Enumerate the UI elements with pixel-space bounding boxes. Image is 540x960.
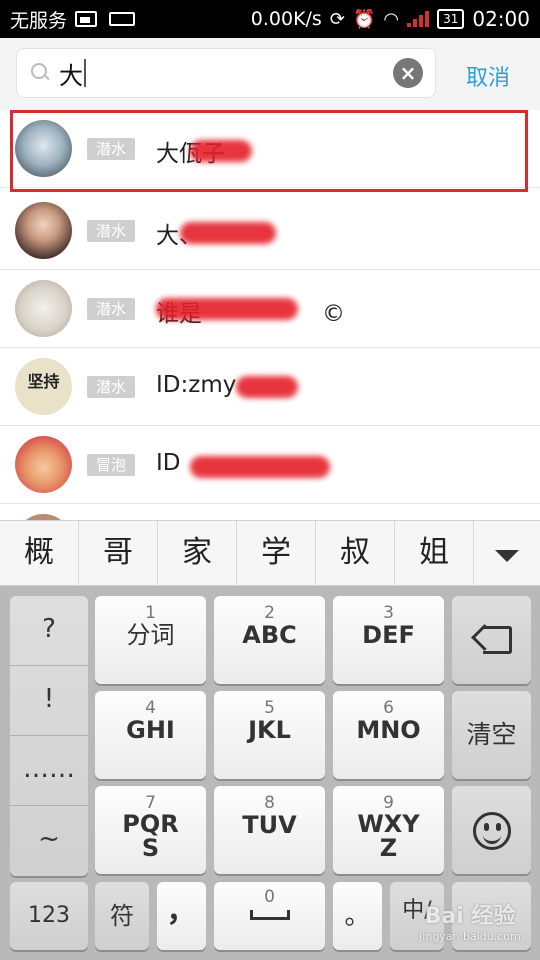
redaction-mark — [190, 456, 330, 478]
sync-icon: ⟳ — [329, 8, 345, 30]
list-item[interactable]: 潜水 大、 — [0, 192, 540, 270]
candidate-item[interactable]: 家 — [158, 521, 237, 585]
chevron-down-icon — [495, 549, 519, 562]
space-icon — [249, 910, 290, 920]
list-item[interactable]: 冒泡 ID — [0, 426, 540, 504]
candidate-item[interactable]: 哥 — [79, 521, 158, 585]
numeric-keyboard-button[interactable]: 123 — [10, 882, 88, 950]
key-4[interactable]: 4 GHI — [95, 691, 206, 779]
space-key[interactable]: 0 — [214, 882, 325, 950]
battery-indicator: 31 — [437, 9, 465, 29]
redaction-mark — [236, 376, 298, 398]
clear-icon[interactable]: × — [393, 58, 423, 88]
search-icon — [31, 63, 51, 83]
symbol-column: ? ! …… ~ — [10, 596, 88, 876]
key-8[interactable]: 8 TUV — [214, 786, 325, 874]
redaction-mark — [156, 298, 298, 320]
clear-all-button[interactable]: 清空 — [452, 691, 531, 779]
status-bar: 无服务 0.00K/s ⟳ ⏰ ◠ 31 02:00 — [0, 0, 540, 38]
highlight-box — [10, 110, 528, 192]
period-key[interactable]: 。 — [333, 882, 382, 950]
symbols-button[interactable]: 符 — [95, 882, 149, 950]
avatar: 坚持 — [15, 358, 72, 415]
key-7[interactable]: 7 PQRS — [95, 786, 206, 874]
candidate-item[interactable]: 叔 — [316, 521, 395, 585]
search-input[interactable]: 大 × — [16, 48, 436, 98]
symbol-key-exclamation[interactable]: ! — [10, 666, 88, 736]
member-level-badge: 潜水 — [87, 220, 136, 242]
candidate-item[interactable]: 概 — [0, 521, 79, 585]
member-name: ID:zmy — [156, 372, 237, 398]
comma-key[interactable]: ， — [157, 882, 206, 950]
list-item[interactable] — [0, 504, 540, 520]
smiley-icon — [472, 812, 511, 850]
candidate-item[interactable]: 学 — [237, 521, 316, 585]
avatar — [15, 202, 72, 259]
member-level-badge: 潜水 — [87, 376, 136, 398]
key-9[interactable]: 9 WXYZ — [333, 786, 444, 874]
key-2[interactable]: 2 ABC — [214, 596, 325, 684]
carrier-label: 无服务 — [10, 9, 68, 32]
keyboard-notification-icon — [109, 12, 136, 26]
key-1[interactable]: 1 分词 — [95, 596, 206, 684]
key-6[interactable]: 6 MNO — [333, 691, 444, 779]
image-notification-icon — [75, 11, 98, 27]
list-item[interactable]: 坚持 潜水 ID:zmy — [0, 348, 540, 426]
signal-icon — [407, 11, 430, 27]
candidate-item[interactable]: 姐 — [395, 521, 474, 585]
list-item[interactable]: 潜水 谁是© — [0, 270, 540, 348]
search-query: 大 — [59, 61, 83, 90]
expand-candidates-button[interactable] — [474, 521, 540, 585]
search-results-list: 潜水 大佤子 潜水 大、 潜水 谁是© 坚持 潜水 ID:zmy 冒泡 ID — [0, 110, 540, 520]
symbol-key-question[interactable]: ? — [10, 596, 88, 666]
ime-candidate-bar: 概 哥 家 学 叔 姐 — [0, 520, 540, 586]
avatar — [15, 280, 72, 337]
wifi-icon: ◠ — [383, 8, 400, 30]
symbol-key-ellipsis[interactable]: …… — [10, 736, 88, 806]
member-level-badge: 潜水 — [87, 298, 136, 320]
backspace-button[interactable] — [452, 596, 531, 684]
member-name: ID — [156, 450, 181, 476]
watermark: Bai 经验 jingyan.baidu.com — [419, 904, 521, 943]
avatar — [15, 436, 72, 493]
cancel-button[interactable]: 取消 — [466, 60, 510, 92]
key-5[interactable]: 5 JKL — [214, 691, 325, 779]
clock: 02:00 — [472, 7, 530, 31]
search-header: 大 × 取消 — [0, 38, 540, 110]
member-level-badge: 冒泡 — [87, 454, 136, 476]
backspace-icon — [473, 626, 512, 654]
alarm-icon: ⏰ — [352, 8, 376, 30]
text-cursor — [84, 59, 86, 87]
key-3[interactable]: 3 DEF — [333, 596, 444, 684]
network-speed: 0.00K/s — [250, 8, 322, 30]
redaction-mark — [180, 222, 276, 244]
emoji-button[interactable] — [452, 786, 531, 874]
symbol-key-tilde[interactable]: ~ — [10, 806, 88, 876]
